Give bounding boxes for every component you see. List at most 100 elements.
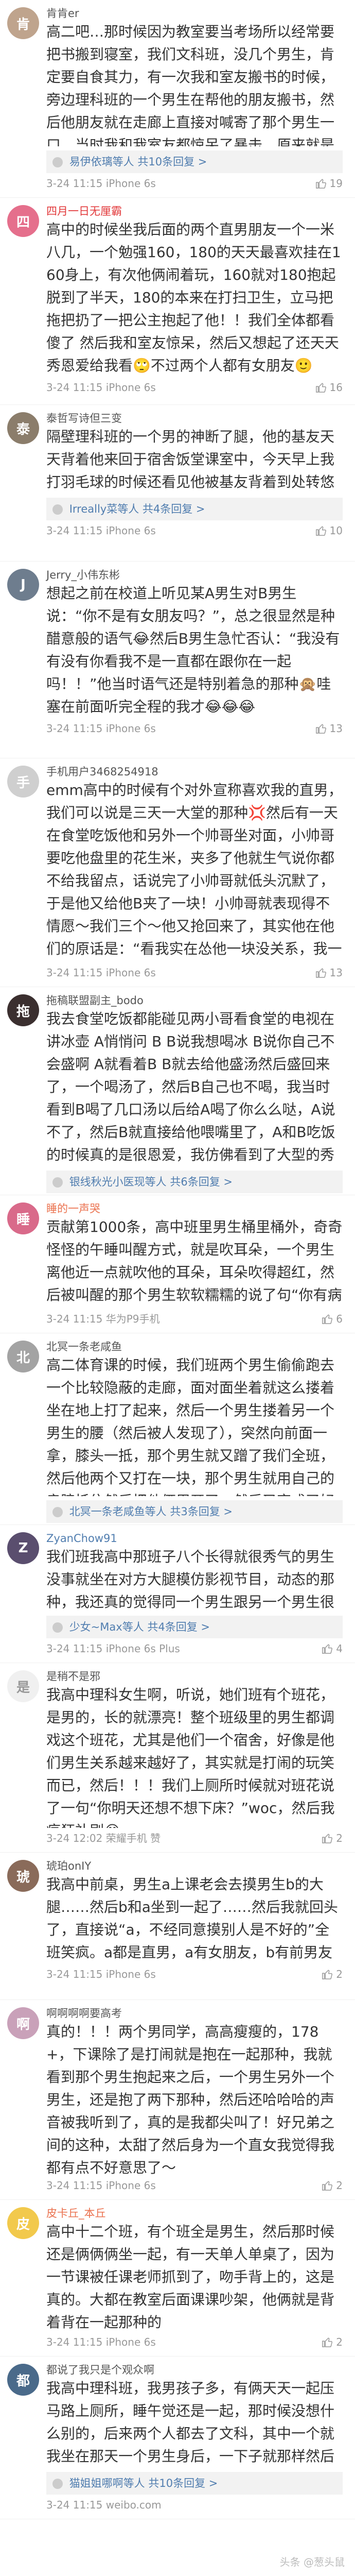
- like-button[interactable]: 13: [315, 718, 343, 739]
- comment-meta: 3-24 11:15 iPhone 6s 13: [46, 718, 343, 739]
- like-count: 19: [329, 177, 343, 190]
- comment-feed: 肯 肯肯er 高二吧…那时候因为教室要当考场所以经常要把书搬到寝室，我们文科班，…: [0, 0, 355, 2519]
- avatar[interactable]: 泰: [7, 412, 39, 444]
- commenter-name[interactable]: Jerry_小伟东彬: [46, 562, 343, 582]
- like-button[interactable]: 2: [322, 1828, 343, 1849]
- commenter-name[interactable]: 拖稿联盟副主_bodo: [46, 987, 343, 1008]
- commenter-name[interactable]: 肯肯er: [46, 0, 343, 21]
- comment-time-device: 3-24 11:15 iPhone 6s Plus: [46, 1642, 180, 1655]
- commenter-name[interactable]: 四月一日无厘霸: [46, 198, 343, 218]
- avatar-initial: J: [21, 577, 26, 592]
- thumbs-up-icon: [315, 724, 326, 734]
- like-count: 10: [329, 524, 343, 537]
- comment-item: 皮 皮卡丘_本丘 高中十二个班，有个班全是男生，然后那时候还是俩俩俩坐一起，有一…: [0, 2200, 355, 2357]
- like-button[interactable]: 2: [322, 2332, 343, 2352]
- replies-link[interactable]: 猫姐姐哪啊等人 共10条回复 >: [46, 2472, 343, 2495]
- replies-summary: 猫姐姐哪啊等人 共10条回复 >: [69, 2477, 218, 2489]
- avatar[interactable]: 是: [7, 1670, 39, 1702]
- avatar[interactable]: 睡: [7, 1202, 39, 1234]
- comment-item: 睡 睡的一声哭 贡献第1000条，高中班里男生桶里桶外，奇奇怪怪的午睡叫醒方式，…: [0, 1195, 355, 1333]
- commenter-name[interactable]: 泰哲写诗但三变: [46, 405, 343, 426]
- avatar-initial: 拖: [16, 1004, 30, 1020]
- reply-avatars-icon: [52, 2479, 63, 2489]
- comment-text: 高二体育课的时候，我们班两个男生偷偷跑去一个比较隐蔽的走廊，面对面坐着就这么搂着…: [46, 1357, 335, 1496]
- thumbs-up-icon: [315, 526, 326, 536]
- avatar[interactable]: Z: [7, 1532, 39, 1564]
- like-button[interactable]: 4: [322, 1638, 343, 1659]
- like-count: 6: [336, 1313, 343, 1325]
- avatar[interactable]: J: [7, 569, 39, 601]
- avatar-initial: 泰: [16, 421, 30, 437]
- avatar[interactable]: 都: [7, 2364, 39, 2396]
- commenter-name[interactable]: 琥珀onIY: [46, 1853, 343, 1873]
- reply-avatars-icon: [52, 157, 63, 167]
- comment-item: 琥 琥珀onIY 我高中前桌，男生a上课老会去摸男生b的大腿……然后b和a坐到一…: [0, 1853, 355, 2000]
- comment-time-device: 3-24 12:02 荣耀手机 赞: [46, 1832, 161, 1844]
- like-button[interactable]: 10: [315, 520, 343, 541]
- replies-summary: 北冥一条老咸鱼等人 共3条回复 >: [69, 1505, 233, 1518]
- like-button[interactable]: 13: [315, 962, 343, 983]
- comment-text: 我高中前桌，男生a上课老会去摸男生b的大腿……然后b和a坐到一起了……然后我就回…: [46, 1876, 338, 1961]
- reply-avatars-icon: [52, 1622, 63, 1633]
- thumbs-up-icon: [322, 2181, 333, 2191]
- avatar[interactable]: 啊: [7, 2007, 39, 2039]
- comment-text: 高二吧…那时候因为教室要当考场所以经常要把书搬到寝室，我们文科班，没几个男生，肯…: [46, 23, 335, 146]
- comment-time-device: 3-24 11:15 iPhone 6s: [46, 967, 156, 979]
- comment-item: 泰 泰哲写诗但三变 隔壁理科班的一个男的神断了腿，他的基友天天背着他来回于宿舍饭…: [0, 405, 355, 562]
- comment-meta: 3-24 11:15 iPhone 6s 19: [46, 173, 343, 194]
- like-button[interactable]: 6: [322, 1309, 343, 1329]
- comment-time-device: 3-24 11:15 iPhone 6s: [46, 2179, 156, 2192]
- replies-link[interactable]: 北冥一条老咸鱼等人 共3条回复 >: [46, 1500, 343, 1523]
- thumbs-up-icon: [315, 968, 326, 978]
- avatar[interactable]: 北: [7, 1341, 39, 1372]
- comment-time-device: 3-24 11:15 iPhone 6s: [46, 722, 156, 735]
- reply-avatars-icon: [52, 1507, 63, 1517]
- comment-item: 四 四月一日无厘霸 高中的时候坐我后面的两个直男朋友一个一米八几，一个勉强160…: [0, 198, 355, 405]
- replies-link[interactable]: 易伊依璃等人 共10条回复 >: [46, 150, 343, 173]
- like-button[interactable]: 16: [315, 377, 343, 398]
- replies-link[interactable]: 少女~Max等人 共4条回复 >: [46, 1616, 343, 1638]
- commenter-name[interactable]: ZyanChow91: [46, 1525, 343, 1546]
- comment-item: 手 手机用户3468254918 emm高中的时候有个对外宣称喜欢我的直男，我们…: [0, 758, 355, 987]
- like-button[interactable]: 2: [322, 1964, 343, 1985]
- comment-item: Z ZyanChow91 我们班我高中那班子八个长得就很秀气的男生没事就坐在对方…: [0, 1525, 355, 1663]
- like-count: 16: [329, 381, 343, 394]
- reply-avatars-icon: [52, 1177, 63, 1188]
- thumbs-up-icon: [322, 1314, 333, 1324]
- avatar[interactable]: 琥: [7, 1860, 39, 1892]
- avatar[interactable]: 皮: [7, 2207, 39, 2239]
- comment-item: 啊 啊啊啊啊要高考 真的！！！两个男同学，高高瘦瘦的，178+，下课除了是打闹就…: [0, 2000, 355, 2200]
- replies-link[interactable]: Irreally菜等人 共4条回复 >: [46, 498, 343, 520]
- commenter-name[interactable]: 睡的一声哭: [46, 1195, 343, 1216]
- commenter-name[interactable]: 都说了我只是个观众啊: [46, 2357, 343, 2377]
- comment-text: 我去食堂吃饭都能碰见两小哥看食堂的电视在讲冰壶 A悄悄问 B B说我想喝冰 B说…: [46, 1010, 335, 1163]
- comment-text: 贡献第1000条，高中班里男生桶里桶外，奇奇怪怪的午睡叫醒方式，就是吹耳朵，一个…: [46, 1218, 343, 1303]
- thumbs-up-icon: [322, 1834, 333, 1843]
- avatar[interactable]: 手: [7, 766, 39, 798]
- comment-meta: 3-24 11:15 iPhone 6s 2: [46, 1964, 343, 1985]
- comment-time-device: 3-24 11:15 iPhone 6s: [46, 1968, 156, 1980]
- commenter-name[interactable]: 北冥一条老咸鱼: [46, 1333, 343, 1354]
- avatar[interactable]: 拖: [7, 994, 39, 1026]
- commenter-name[interactable]: 啊啊啊啊要高考: [46, 2000, 343, 2021]
- replies-link[interactable]: 银线秋光小医现等人 共6条回复 >: [46, 1171, 343, 1193]
- avatar-initial: 都: [16, 2373, 30, 2389]
- like-count: 4: [336, 1642, 343, 1655]
- avatar-initial: 四: [16, 214, 30, 230]
- avatar-initial: Z: [18, 1540, 28, 1556]
- like-button[interactable]: 19: [315, 173, 343, 194]
- comment-item: 肯 肯肯er 高二吧…那时候因为教室要当考场所以经常要把书搬到寝室，我们文科班，…: [0, 0, 355, 198]
- comment-text: 想起之前在校道上听见某A男生对B男生说：“你不是有女朋友吗？”，总之很显然是种醋…: [46, 585, 340, 715]
- commenter-name[interactable]: 是稍不是邪: [46, 1663, 343, 1684]
- comment-meta: 3-24 11:15 weibo.com: [46, 2495, 343, 2515]
- like-button[interactable]: 2: [322, 2175, 343, 2196]
- comment-text: 我们班我高中那班子八个长得就很秀气的男生没事就坐在对方大腿模仿影视节目，动态的那…: [46, 1548, 335, 1611]
- commenter-name[interactable]: 手机用户3468254918: [46, 758, 343, 779]
- commenter-name[interactable]: 皮卡丘_本丘: [46, 2200, 343, 2221]
- avatar[interactable]: 四: [7, 205, 39, 237]
- comment-meta: 3-24 12:02 荣耀手机 赞 2: [46, 1828, 343, 1849]
- comment-time-device: 3-24 11:15 iPhone 6s: [46, 524, 156, 537]
- avatar-initial: 肯: [16, 16, 30, 32]
- thumbs-up-icon: [322, 1970, 333, 1979]
- avatar[interactable]: 肯: [7, 7, 39, 39]
